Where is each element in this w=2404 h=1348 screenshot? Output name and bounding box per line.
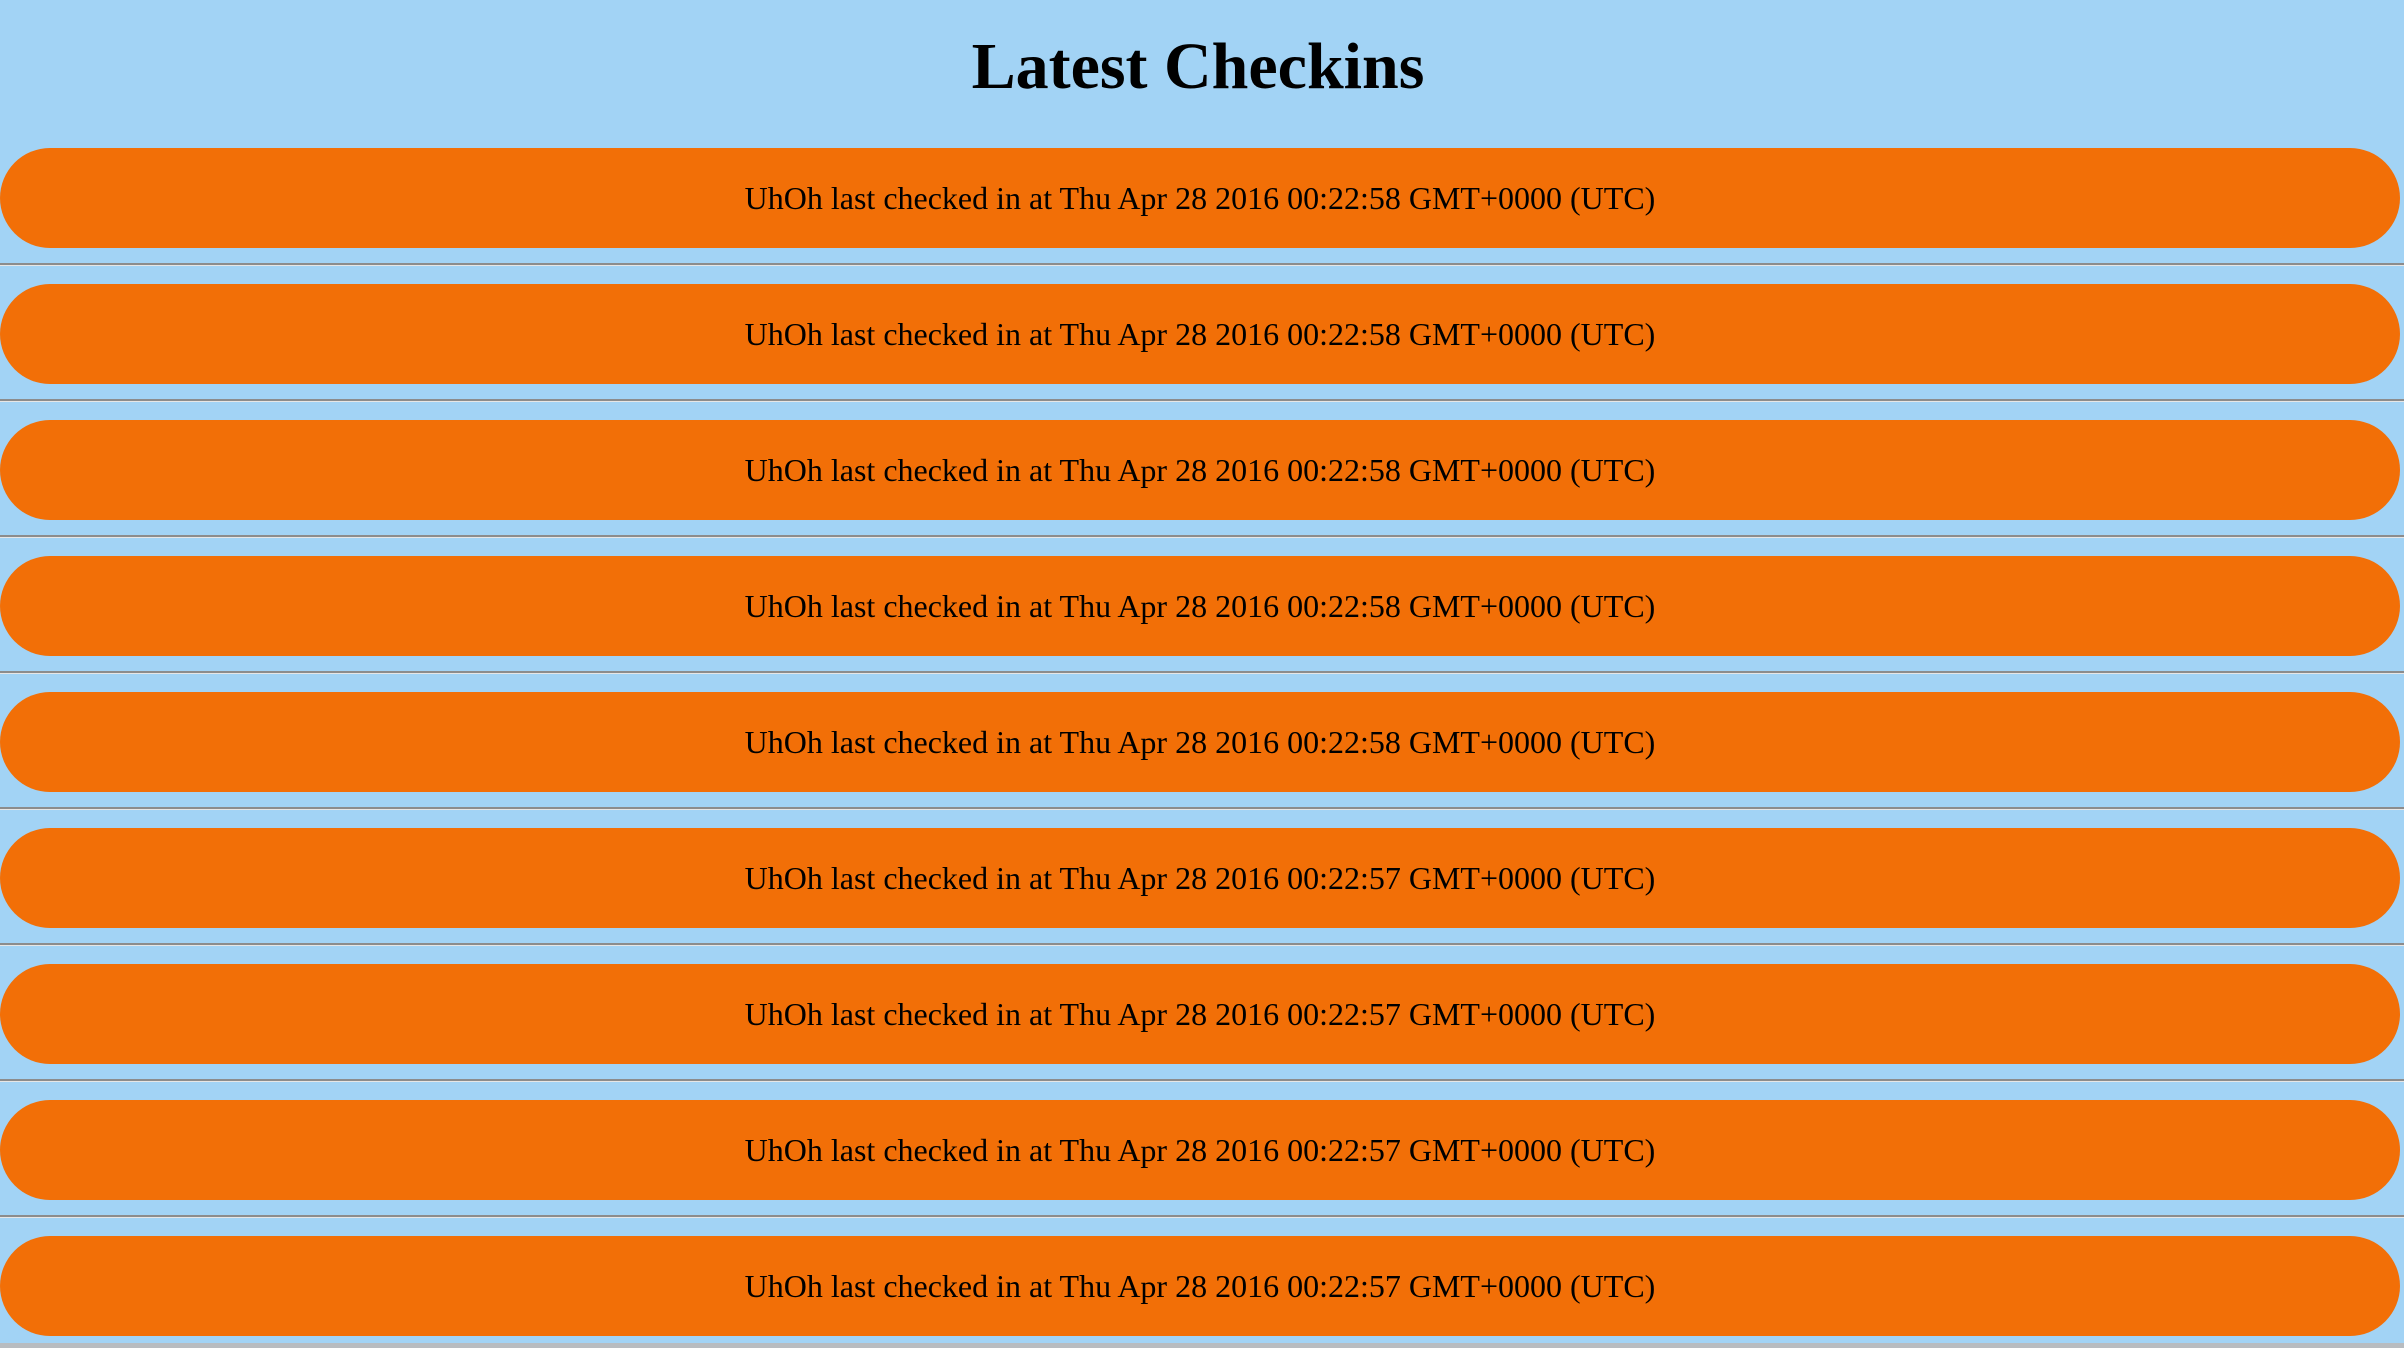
checkin-row: UhOh last checked in at Thu Apr 28 2016 …: [0, 692, 2404, 828]
checkin-row: UhOh last checked in at Thu Apr 28 2016 …: [0, 420, 2404, 556]
checkin-row: UhOh last checked in at Thu Apr 28 2016 …: [0, 1100, 2404, 1236]
checkins-page: Latest Checkins UhOh last checked in at …: [0, 0, 2404, 1348]
checkin-row: UhOh last checked in at Thu Apr 28 2016 …: [0, 1236, 2404, 1348]
checkin-item[interactable]: UhOh last checked in at Thu Apr 28 2016 …: [0, 1100, 2400, 1200]
checkin-row: UhOh last checked in at Thu Apr 28 2016 …: [0, 148, 2404, 284]
checkin-item[interactable]: UhOh last checked in at Thu Apr 28 2016 …: [0, 420, 2400, 520]
checkin-row: UhOh last checked in at Thu Apr 28 2016 …: [0, 284, 2404, 420]
bottom-edge: [0, 1343, 2404, 1348]
checkin-item[interactable]: UhOh last checked in at Thu Apr 28 2016 …: [0, 284, 2400, 384]
checkin-item[interactable]: UhOh last checked in at Thu Apr 28 2016 …: [0, 828, 2400, 928]
checkin-item[interactable]: UhOh last checked in at Thu Apr 28 2016 …: [0, 1236, 2400, 1336]
checkin-item[interactable]: UhOh last checked in at Thu Apr 28 2016 …: [0, 692, 2400, 792]
checkin-item[interactable]: UhOh last checked in at Thu Apr 28 2016 …: [0, 556, 2400, 656]
checkin-row: UhOh last checked in at Thu Apr 28 2016 …: [0, 828, 2404, 964]
checkin-list: UhOh last checked in at Thu Apr 28 2016 …: [0, 148, 2404, 1348]
checkin-row: UhOh last checked in at Thu Apr 28 2016 …: [0, 964, 2404, 1100]
checkin-item[interactable]: UhOh last checked in at Thu Apr 28 2016 …: [0, 148, 2400, 248]
checkin-row: UhOh last checked in at Thu Apr 28 2016 …: [0, 556, 2404, 692]
page-title: Latest Checkins: [971, 30, 1425, 103]
checkin-item[interactable]: UhOh last checked in at Thu Apr 28 2016 …: [0, 964, 2400, 1064]
